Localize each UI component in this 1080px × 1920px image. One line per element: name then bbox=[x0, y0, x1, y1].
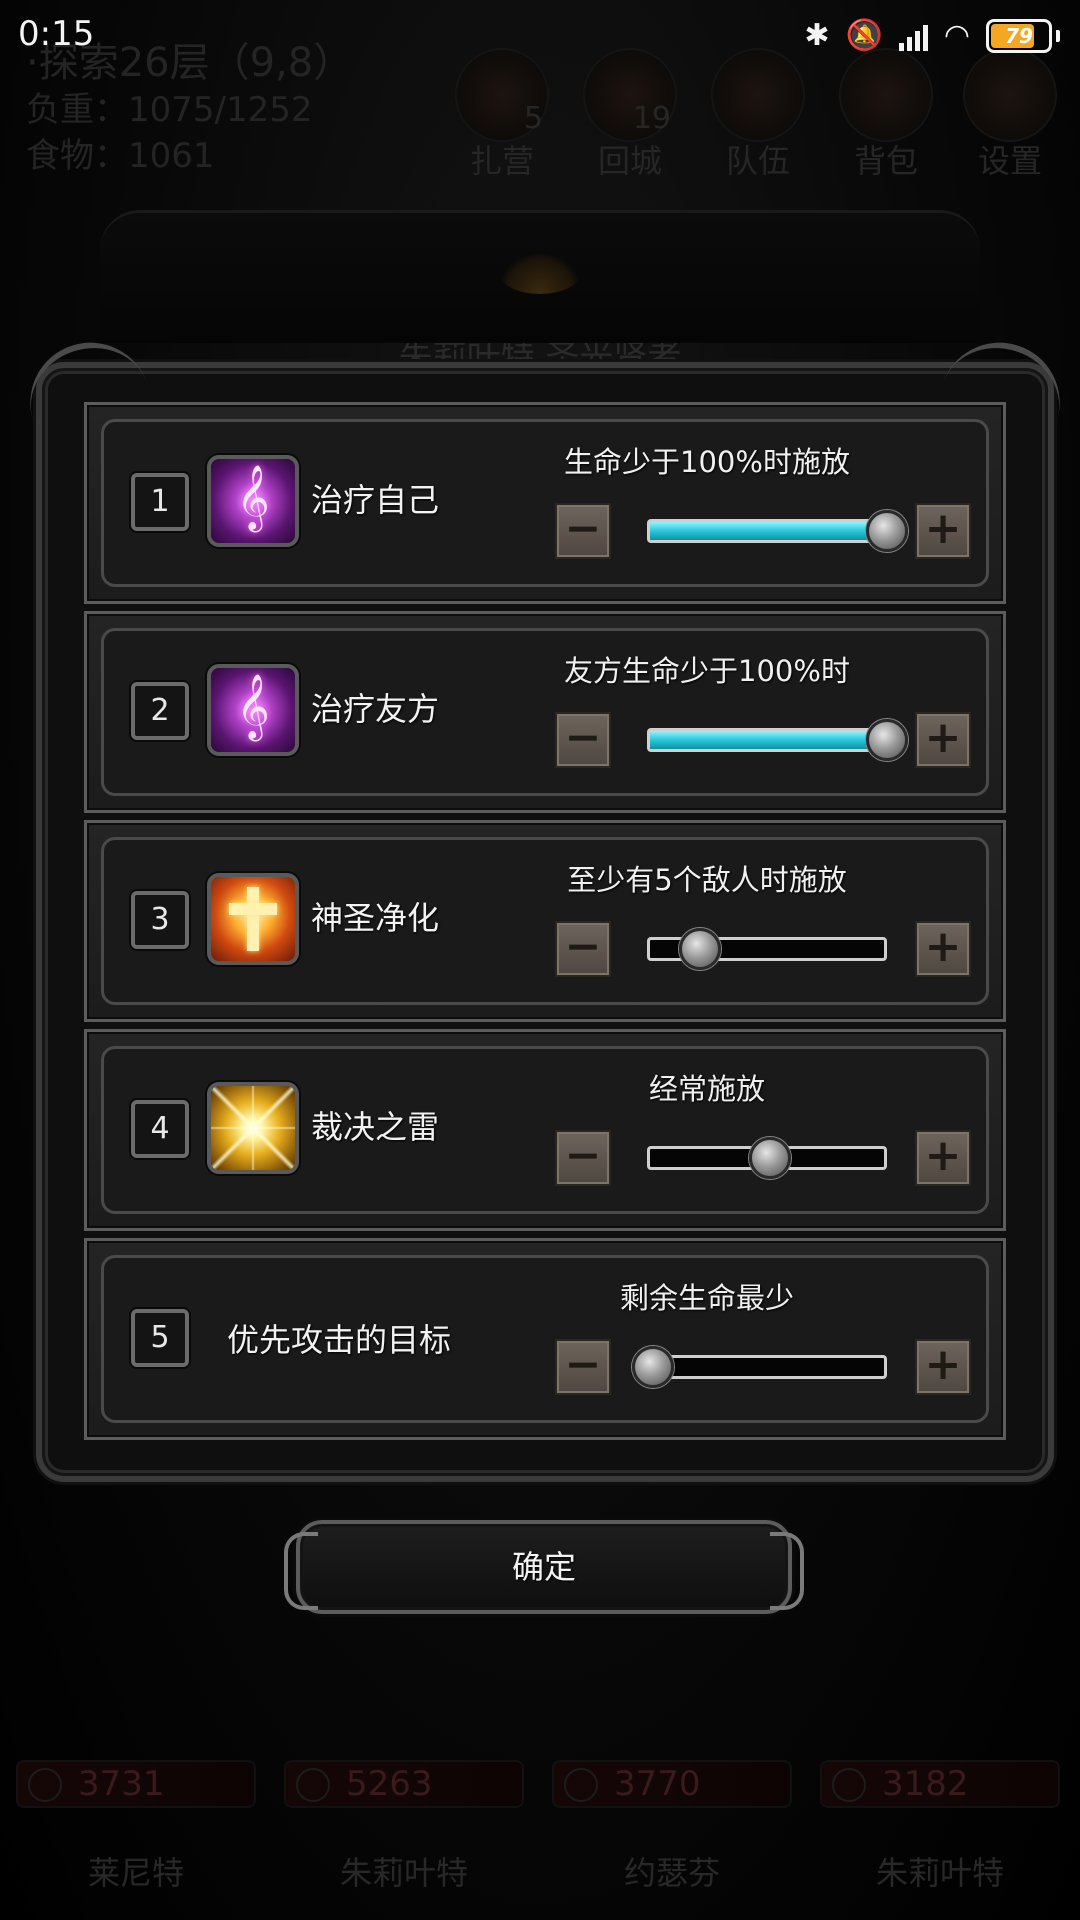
skill-name: 治疗友方 bbox=[311, 690, 440, 728]
cast-condition-label: 生命少于100%时施放 bbox=[564, 445, 850, 479]
condition-slider[interactable] bbox=[647, 1137, 887, 1179]
target-condition-label: 剩余生命最少 bbox=[619, 1281, 794, 1315]
party-member: 3731 莱尼特 bbox=[16, 1760, 256, 1910]
bluetooth-icon: ✱ bbox=[804, 18, 830, 53]
condition-slider[interactable] bbox=[647, 510, 908, 552]
increase-button[interactable]: + bbox=[915, 1130, 971, 1186]
party-bar: 3731 莱尼特 5263 朱莉叶特 3770 约瑟芬 3182 朱莉叶特 bbox=[0, 1760, 1080, 1920]
status-icons: ✱ 🔕 ◠ 79 bbox=[804, 16, 1060, 56]
decrease-button[interactable]: − bbox=[555, 503, 611, 559]
ornament-right bbox=[770, 1532, 804, 1610]
skill-settings-dialog: 1 𝄞 治疗自己 生命少于100%时施放 − + 2 𝄞 治疗友方 友方生命少于… bbox=[36, 362, 1054, 1482]
skill-row-5: 5 优先攻击的目标 剩余生命最少 − + bbox=[84, 1238, 1006, 1440]
clock: 0:15 bbox=[18, 14, 95, 54]
skill-row-1: 1 𝄞 治疗自己 生命少于100%时施放 − + bbox=[84, 402, 1006, 604]
member-name: 莱尼特 bbox=[87, 1854, 184, 1892]
holy-purify-icon bbox=[207, 873, 299, 965]
party-member: 5263 朱莉叶特 bbox=[284, 1760, 524, 1910]
party-member: 3182 朱莉叶特 bbox=[820, 1760, 1060, 1910]
decrease-button[interactable]: − bbox=[555, 1339, 611, 1395]
heal-ally-icon: 𝄞 bbox=[207, 664, 299, 756]
member-name: 约瑟芬 bbox=[623, 1854, 720, 1892]
battery-icon: 79 bbox=[986, 19, 1052, 53]
skill-index: 3 bbox=[131, 891, 189, 949]
confirm-button[interactable]: 确定 bbox=[284, 1520, 804, 1614]
skill-index: 4 bbox=[131, 1100, 189, 1158]
status-bar: 0:15 ✱ 🔕 ◠ 79 bbox=[0, 0, 1080, 72]
increase-button[interactable]: + bbox=[915, 712, 971, 768]
slider-knob[interactable] bbox=[749, 1137, 791, 1179]
weight-indicator: 负重：1075/1252 bbox=[26, 90, 313, 130]
member-name: 朱莉叶特 bbox=[339, 1854, 468, 1892]
ornament-left bbox=[284, 1532, 318, 1610]
party-member: 3770 约瑟芬 bbox=[552, 1760, 792, 1910]
slider-knob[interactable] bbox=[632, 1346, 674, 1388]
battery-percent: 79 bbox=[1005, 24, 1033, 48]
decrease-button[interactable]: − bbox=[555, 712, 611, 768]
wifi-icon: ◠ bbox=[943, 18, 970, 53]
skill-row-3: 3 神圣净化 至少有5个敌人时施放 − + bbox=[84, 820, 1006, 1022]
hp-bar: 3182 bbox=[820, 1760, 1060, 1808]
member-name: 朱莉叶特 bbox=[875, 1854, 1004, 1892]
hp-bar: 3731 bbox=[16, 1760, 256, 1808]
cast-condition-label: 经常施放 bbox=[648, 1072, 765, 1106]
condition-slider[interactable] bbox=[632, 1346, 887, 1388]
hp-bar: 5263 bbox=[284, 1760, 524, 1808]
skill-name: 治疗自己 bbox=[311, 481, 440, 519]
skill-row-2: 2 𝄞 治疗友方 友方生命少于100%时 − + bbox=[84, 611, 1006, 813]
cast-condition-label: 友方生命少于100%时 bbox=[564, 654, 850, 688]
condition-slider[interactable] bbox=[647, 719, 908, 761]
skill-index: 5 bbox=[131, 1309, 189, 1367]
increase-button[interactable]: + bbox=[915, 503, 971, 559]
increase-button[interactable]: + bbox=[915, 1339, 971, 1395]
mute-vibrate-icon: 🔕 bbox=[845, 18, 883, 53]
signal-icon bbox=[898, 21, 928, 51]
slider-fill bbox=[650, 731, 884, 749]
skill-row-4: 4 裁决之雷 经常施放 − + bbox=[84, 1029, 1006, 1231]
skill-name: 神圣净化 bbox=[311, 899, 440, 937]
heal-self-icon: 𝄞 bbox=[207, 455, 299, 547]
slider-fill bbox=[650, 522, 884, 540]
slider-knob[interactable] bbox=[866, 719, 908, 761]
skill-index: 2 bbox=[131, 682, 189, 740]
hp-bar: 3770 bbox=[552, 1760, 792, 1808]
confirm-label: 确定 bbox=[511, 1548, 576, 1586]
judgement-thunder-icon bbox=[207, 1082, 299, 1174]
skill-index: 1 bbox=[131, 473, 189, 531]
target-priority-label: 优先攻击的目标 bbox=[227, 1321, 452, 1359]
crescent-emblem-icon bbox=[500, 254, 580, 294]
cast-condition-label: 至少有5个敌人时施放 bbox=[567, 863, 847, 897]
food-indicator: 食物：1061 bbox=[26, 136, 215, 176]
increase-button[interactable]: + bbox=[915, 921, 971, 977]
slider-knob[interactable] bbox=[866, 510, 908, 552]
slider-knob[interactable] bbox=[678, 928, 721, 970]
skill-name: 裁决之雷 bbox=[311, 1108, 440, 1146]
decrease-button[interactable]: − bbox=[555, 921, 611, 977]
decrease-button[interactable]: − bbox=[555, 1130, 611, 1186]
condition-slider[interactable] bbox=[647, 928, 887, 970]
